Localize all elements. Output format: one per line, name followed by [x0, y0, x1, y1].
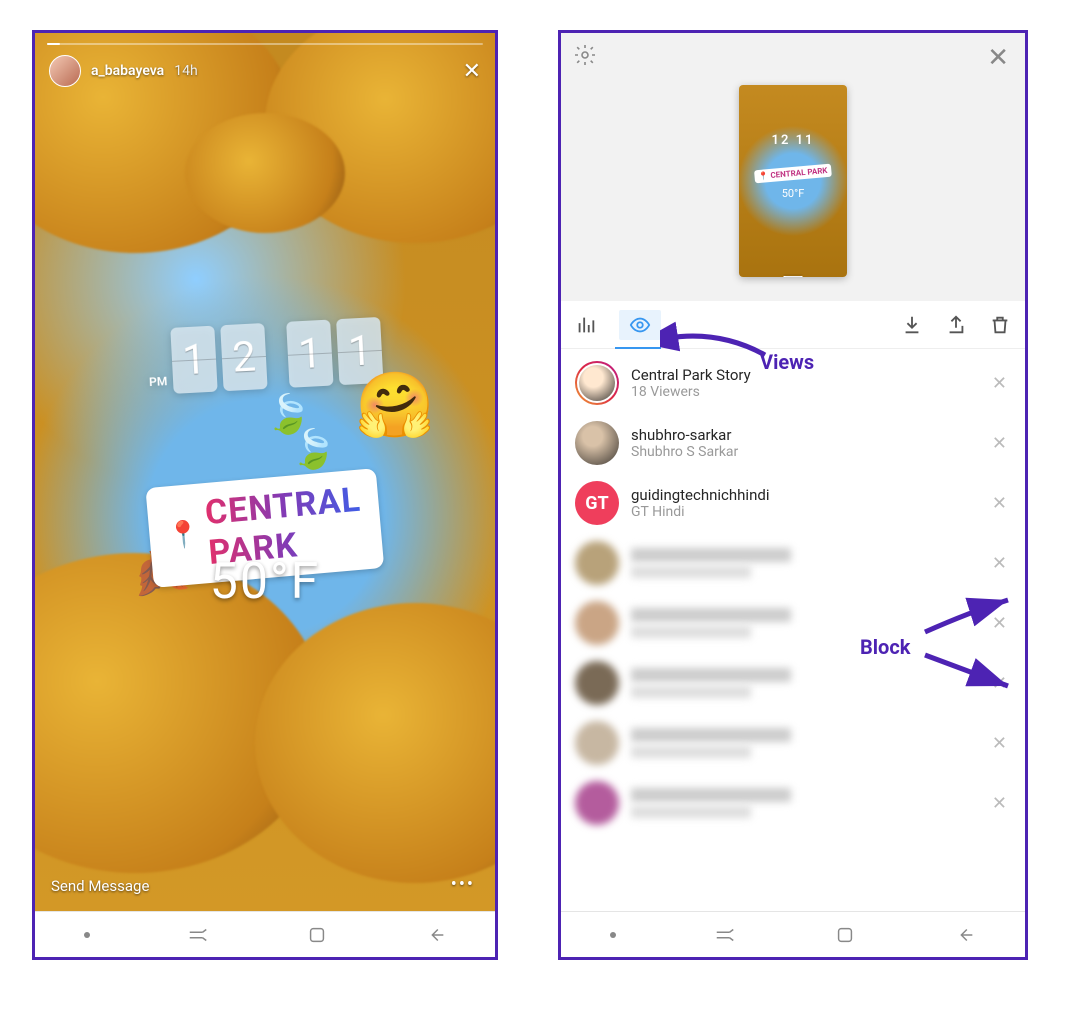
blurred-text	[631, 566, 751, 578]
avatar[interactable]	[575, 361, 619, 405]
insights-tab-icon[interactable]	[575, 314, 597, 336]
viewer-row-blurred: ✕	[561, 773, 1025, 833]
viewer-fullname: Shubhro S Sarkar	[631, 444, 738, 460]
clock-digit: 1	[171, 326, 218, 394]
block-icon[interactable]: ✕	[988, 789, 1011, 818]
block-icon[interactable]: ✕	[988, 669, 1011, 698]
gear-icon[interactable]	[573, 43, 597, 71]
blurred-text	[631, 626, 751, 638]
block-icon[interactable]: ✕	[988, 429, 1011, 458]
viewer-row-blurred: ✕	[561, 713, 1025, 773]
viewers-header: ✕ 12 11 📍 CENTRAL PARK 50°F	[561, 33, 1025, 301]
trash-icon[interactable]	[989, 314, 1011, 336]
avatar[interactable]: GT	[575, 481, 619, 525]
leaf-emoji: 🍃	[290, 428, 337, 472]
viewer-summary-row: Central Park Story 18 Viewers ✕	[561, 353, 1025, 413]
viewer-fullname: GT Hindi	[631, 504, 769, 520]
nav-dot[interactable]	[610, 932, 616, 938]
nav-recents-button[interactable]	[714, 924, 736, 946]
foliage-decoration	[185, 113, 345, 233]
story-background: a_babayeva 14h ✕ PM 1 2 1 1 🍃 🍃 🤗 🍂 📍 CE…	[35, 33, 495, 913]
block-icon[interactable]: ✕	[988, 609, 1011, 638]
send-message-input[interactable]: Send Message	[51, 877, 149, 895]
story-title: Central Park Story	[631, 366, 751, 384]
phone-left: a_babayeva 14h ✕ PM 1 2 1 1 🍃 🍃 🤗 🍂 📍 CE…	[32, 30, 498, 960]
viewer-count: 18 Viewers	[631, 384, 751, 400]
share-icon[interactable]	[945, 314, 967, 336]
blurred-text	[631, 728, 791, 742]
nav-dot[interactable]	[84, 932, 90, 938]
clock-digit: 1	[286, 320, 333, 388]
thumb-clock: 12 11	[772, 133, 815, 148]
avatar[interactable]	[49, 55, 81, 87]
clock-digit: 2	[220, 323, 267, 391]
viewer-row-blurred: ✕	[561, 533, 1025, 593]
avatar-blurred	[575, 781, 619, 825]
nav-home-button[interactable]	[306, 924, 328, 946]
android-nav-bar	[561, 911, 1025, 957]
blurred-text	[631, 746, 751, 758]
dismiss-icon[interactable]: ✕	[988, 369, 1011, 398]
avatar-blurred	[575, 601, 619, 645]
nav-back-button[interactable]	[425, 924, 447, 946]
block-icon[interactable]: ✕	[988, 549, 1011, 578]
download-icon[interactable]	[901, 314, 923, 336]
pm-label: PM	[149, 374, 168, 395]
avatar-blurred	[575, 661, 619, 705]
story-progress-fill	[47, 43, 60, 45]
phone-right: ✕ 12 11 📍 CENTRAL PARK 50°F	[558, 30, 1028, 960]
avatar-blurred	[575, 721, 619, 765]
thumb-temp: 50°F	[782, 187, 805, 200]
android-nav-bar	[35, 911, 495, 957]
thumb-location: 📍 CENTRAL PARK	[754, 164, 832, 184]
viewer-row-blurred: ✕	[561, 593, 1025, 653]
more-icon[interactable]: •••	[451, 874, 475, 895]
story-thumbnail[interactable]: 12 11 📍 CENTRAL PARK 50°F	[739, 85, 847, 277]
avatar[interactable]	[575, 421, 619, 465]
viewer-row[interactable]: GT guidingtechnichhindi GT Hindi ✕	[561, 473, 1025, 533]
blurred-text	[631, 548, 791, 562]
viewers-tabbar	[561, 301, 1025, 349]
block-icon[interactable]: ✕	[988, 729, 1011, 758]
viewer-row[interactable]: shubhro-sarkar Shubhro S Sarkar ✕	[561, 413, 1025, 473]
story-header: a_babayeva 14h ✕	[49, 55, 481, 87]
viewer-username: shubhro-sarkar	[631, 426, 738, 444]
username[interactable]: a_babayeva	[91, 63, 164, 79]
close-icon[interactable]: ✕	[987, 43, 1009, 73]
block-icon[interactable]: ✕	[988, 489, 1011, 518]
blurred-text	[631, 788, 791, 802]
active-tab-underline	[615, 347, 661, 349]
views-tab-icon[interactable]	[619, 310, 661, 340]
nav-back-button[interactable]	[954, 924, 976, 946]
blurred-text	[631, 668, 791, 682]
thumb-pointer	[783, 276, 803, 277]
viewer-row-blurred: ✕	[561, 653, 1025, 713]
hugging-face-emoji: 🤗	[355, 368, 435, 443]
nav-recents-button[interactable]	[187, 924, 209, 946]
temperature-sticker[interactable]: 50°F	[210, 553, 321, 611]
story-progress-bar	[47, 43, 483, 45]
timestamp: 14h	[174, 63, 197, 79]
time-sticker[interactable]: PM 1 2 1 1	[146, 317, 383, 395]
nav-home-button[interactable]	[834, 924, 856, 946]
viewer-list: Central Park Story 18 Viewers ✕ shubhro-…	[561, 349, 1025, 833]
blurred-text	[631, 608, 791, 622]
location-pin-icon: 📍	[166, 519, 202, 552]
blurred-text	[631, 806, 751, 818]
close-icon[interactable]: ✕	[463, 59, 481, 84]
viewer-username: guidingtechnichhindi	[631, 486, 769, 504]
blurred-text	[631, 686, 751, 698]
avatar-blurred	[575, 541, 619, 585]
